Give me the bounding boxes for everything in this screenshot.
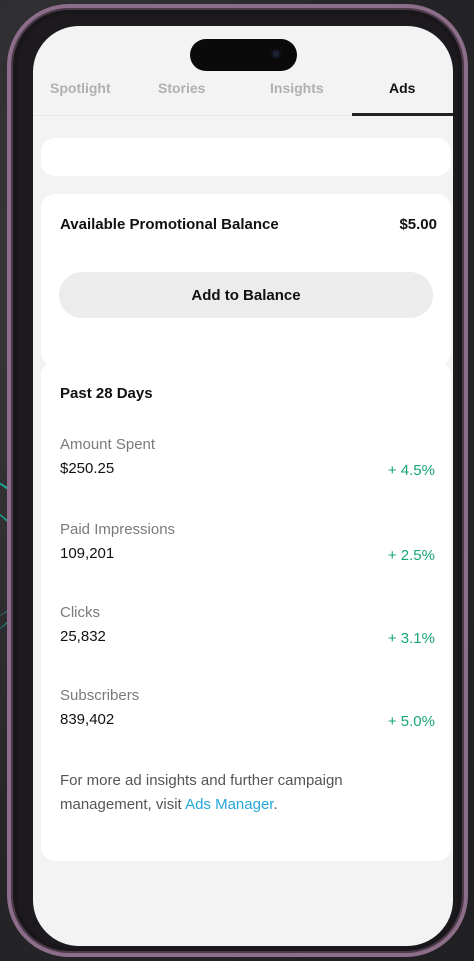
- tab-stories[interactable]: Stories: [158, 80, 205, 96]
- tab-bar: Spotlight Stories Insights Ads: [33, 74, 453, 116]
- metric-clicks: Clicks 25,832 + 3.1%: [60, 604, 435, 647]
- metric-change: + 2.5%: [387, 547, 435, 564]
- metric-change: + 3.1%: [387, 630, 435, 647]
- metric-value: 25,832: [60, 628, 106, 645]
- balance-label: Available Promotional Balance: [60, 216, 279, 233]
- metric-label: Paid Impressions: [60, 521, 176, 538]
- dynamic-island: [190, 39, 297, 71]
- balance-card: Available Promotional Balance $5.00 Add …: [41, 194, 451, 366]
- empty-card[interactable]: [41, 138, 451, 176]
- metric-change: + 5.0%: [387, 713, 435, 730]
- metric-value: 109,201: [60, 545, 115, 562]
- metric-amount-spent: Amount Spent $250.25 + 4.5%: [60, 436, 435, 479]
- footer-note: For more ad insights and further campaig…: [60, 769, 435, 817]
- period-label: Past 28 Days: [60, 385, 153, 402]
- metric-label: Amount Spent: [60, 436, 156, 453]
- tab-insights[interactable]: Insights: [270, 80, 324, 96]
- metric-change: + 4.5%: [387, 462, 435, 479]
- phone-screen: Spotlight Stories Insights Ads Available…: [33, 26, 453, 946]
- camera-icon: [271, 49, 281, 59]
- metric-value: 839,402: [60, 711, 115, 728]
- metric-label: Subscribers: [60, 687, 140, 704]
- tab-ads[interactable]: Ads: [389, 80, 415, 96]
- ads-manager-link[interactable]: Ads Manager: [185, 796, 273, 813]
- metric-label: Clicks: [60, 604, 100, 621]
- metric-paid-impressions: Paid Impressions 109,201 + 2.5%: [60, 521, 435, 564]
- tab-spotlight[interactable]: Spotlight: [50, 80, 111, 96]
- metric-value: $250.25: [60, 460, 115, 477]
- active-tab-indicator: [352, 113, 453, 116]
- stats-card: Past 28 Days Amount Spent $250.25 + 4.5%…: [41, 361, 451, 861]
- balance-amount: $5.00: [399, 216, 437, 233]
- add-to-balance-button[interactable]: Add to Balance: [59, 272, 433, 318]
- footer-period: .: [273, 796, 278, 813]
- metric-subscribers: Subscribers 839,402 + 5.0%: [60, 687, 435, 730]
